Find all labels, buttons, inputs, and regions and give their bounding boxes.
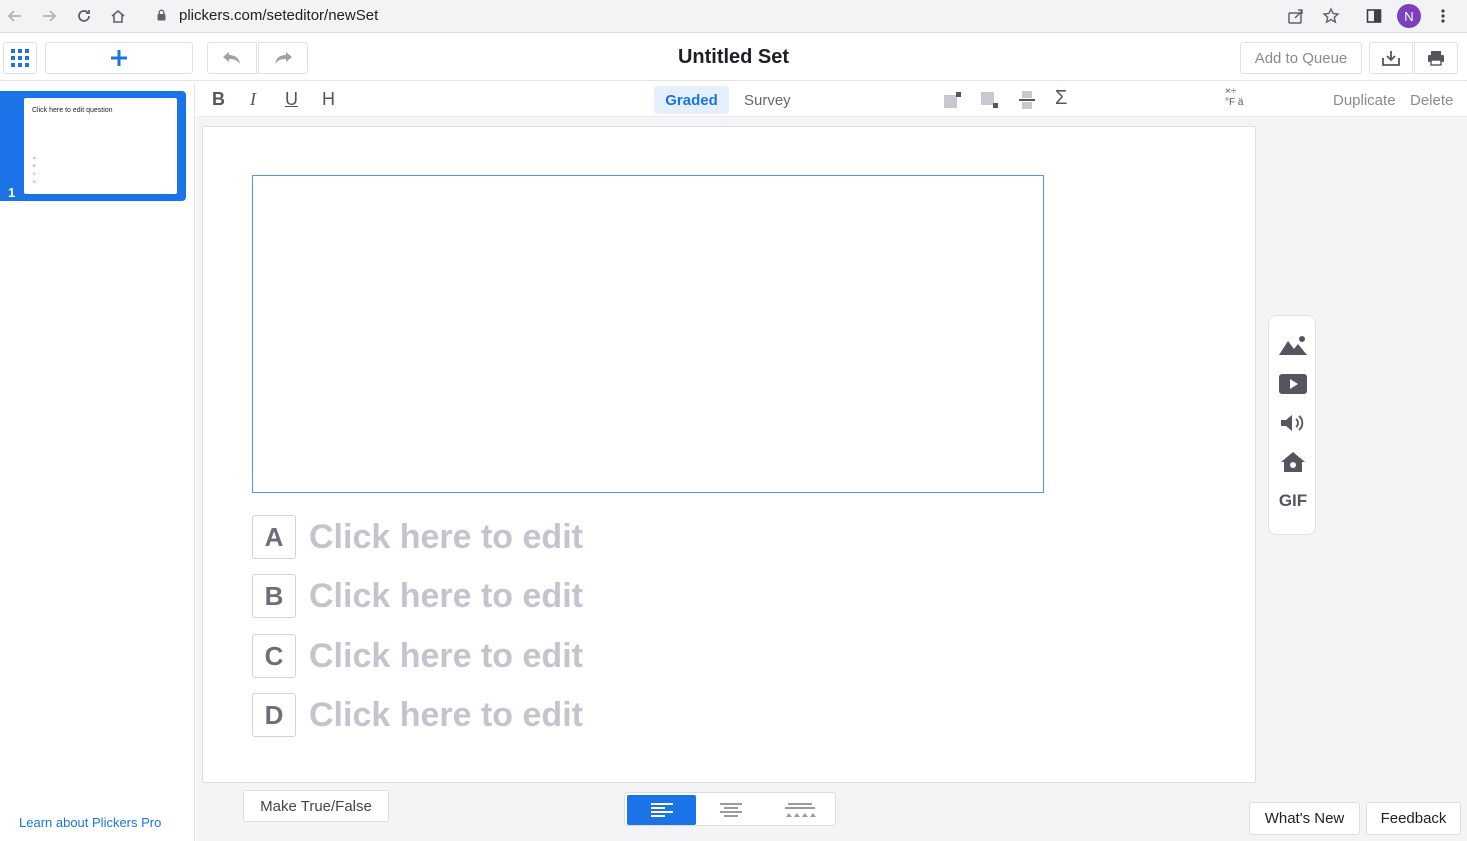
symbols-top: ×÷ (1225, 86, 1237, 97)
undo-icon (223, 52, 240, 64)
choice-input[interactable]: Click here to edit (309, 637, 583, 676)
editor-workspace: A Click here to edit B Click here to edi… (196, 118, 1467, 841)
plus-icon (111, 50, 127, 66)
choice-letter[interactable]: B (252, 574, 296, 618)
preview-choice: C (33, 171, 36, 176)
question-slide: A Click here to edit B Click here to edi… (202, 126, 1256, 783)
choice-letter[interactable]: A (252, 515, 296, 559)
forward-arrow-icon[interactable] (38, 5, 60, 27)
sound-icon[interactable] (1278, 410, 1308, 436)
delete-button[interactable]: Delete (1410, 92, 1453, 109)
question-input[interactable] (252, 175, 1044, 493)
symbols-bottom: °F ä (1225, 97, 1244, 108)
make-true-false-button[interactable]: Make True/False (243, 790, 389, 822)
symbols-button[interactable]: ×÷ °F ä (1225, 86, 1243, 108)
media-insert-panel: GIF (1268, 315, 1316, 535)
highlight-button[interactable]: H (322, 89, 335, 110)
side-panel-icon[interactable] (1363, 5, 1385, 27)
choice-layout-toggle (624, 792, 836, 826)
home-icon[interactable] (107, 5, 129, 27)
choice-row-c[interactable]: C Click here to edit (252, 634, 852, 678)
whats-new-button[interactable]: What's New (1249, 802, 1360, 835)
spread-align-icon[interactable] (765, 795, 834, 825)
add-to-queue-button[interactable]: Add to Queue (1240, 42, 1362, 74)
browser-toolbar: plickers.com/seteditor/newSet N (0, 0, 1467, 33)
choice-input[interactable]: Click here to edit (309, 518, 583, 557)
slide-preview: Click here to edit question A B C D (24, 98, 177, 194)
animation-icon[interactable] (1278, 449, 1308, 475)
preview-choice: D (33, 179, 36, 184)
slide-preview-text: Click here to edit question (32, 107, 113, 114)
duplicate-button[interactable]: Duplicate (1333, 92, 1396, 109)
printer-icon (1428, 51, 1444, 66)
preview-choice: A (33, 155, 36, 160)
graded-toggle[interactable]: Graded (654, 86, 729, 114)
editor-topbar: Untitled Set Add to Queue (0, 34, 1467, 81)
feedback-button[interactable]: Feedback (1366, 802, 1461, 835)
more-menu-icon[interactable] (1432, 5, 1454, 27)
choice-row-d[interactable]: D Click here to edit (252, 693, 852, 737)
layout-bottom-right-icon[interactable] (980, 90, 1000, 110)
add-question-button[interactable] (45, 42, 193, 74)
choice-row-a[interactable]: A Click here to edit (252, 515, 852, 559)
lock-icon (157, 9, 166, 21)
choice-row-b[interactable]: B Click here to edit (252, 574, 852, 618)
slide-number: 1 (8, 185, 16, 200)
slide-thumbnail[interactable]: 1 Click here to edit question A B C D (0, 91, 186, 201)
preview-choice: B (33, 163, 36, 168)
underline-button[interactable]: U (285, 89, 298, 110)
layout-center-icon[interactable] (1017, 90, 1037, 110)
back-arrow-icon[interactable] (4, 5, 26, 27)
star-icon[interactable] (1320, 5, 1342, 27)
slide-sidebar: 1 Click here to edit question A B C D Le… (0, 82, 195, 841)
apps-grid-button[interactable] (3, 42, 37, 74)
left-align-icon[interactable] (627, 795, 696, 825)
choice-input[interactable]: Click here to edit (309, 696, 583, 735)
bold-button[interactable]: B (212, 89, 225, 110)
undo-button[interactable] (207, 42, 257, 74)
equation-button[interactable]: Σ (1055, 87, 1067, 110)
choice-letter[interactable]: C (252, 634, 296, 678)
redo-icon (275, 52, 292, 64)
url-text[interactable]: plickers.com/seteditor/newSet (179, 7, 378, 24)
profile-avatar[interactable]: N (1397, 4, 1421, 28)
download-button[interactable] (1369, 42, 1413, 74)
video-icon[interactable] (1278, 371, 1308, 397)
layout-top-right-icon[interactable] (943, 90, 963, 110)
format-toolbar: B I U H Graded Survey Σ ×÷ °F ä Duplicat… (196, 82, 1467, 117)
center-align-icon[interactable] (696, 795, 765, 825)
reload-icon[interactable] (73, 5, 95, 27)
redo-button[interactable] (258, 42, 308, 74)
choice-letter[interactable]: D (252, 693, 296, 737)
download-icon (1382, 51, 1400, 66)
print-button[interactable] (1414, 42, 1458, 74)
image-icon[interactable] (1278, 332, 1308, 358)
choice-input[interactable]: Click here to edit (309, 577, 583, 616)
grid-icon (11, 49, 29, 67)
survey-toggle[interactable]: Survey (744, 92, 791, 109)
gif-icon[interactable]: GIF (1278, 488, 1308, 514)
italic-button[interactable]: I (250, 89, 256, 110)
learn-pro-link[interactable]: Learn about Plickers Pro (19, 815, 161, 830)
share-icon[interactable] (1285, 5, 1307, 27)
